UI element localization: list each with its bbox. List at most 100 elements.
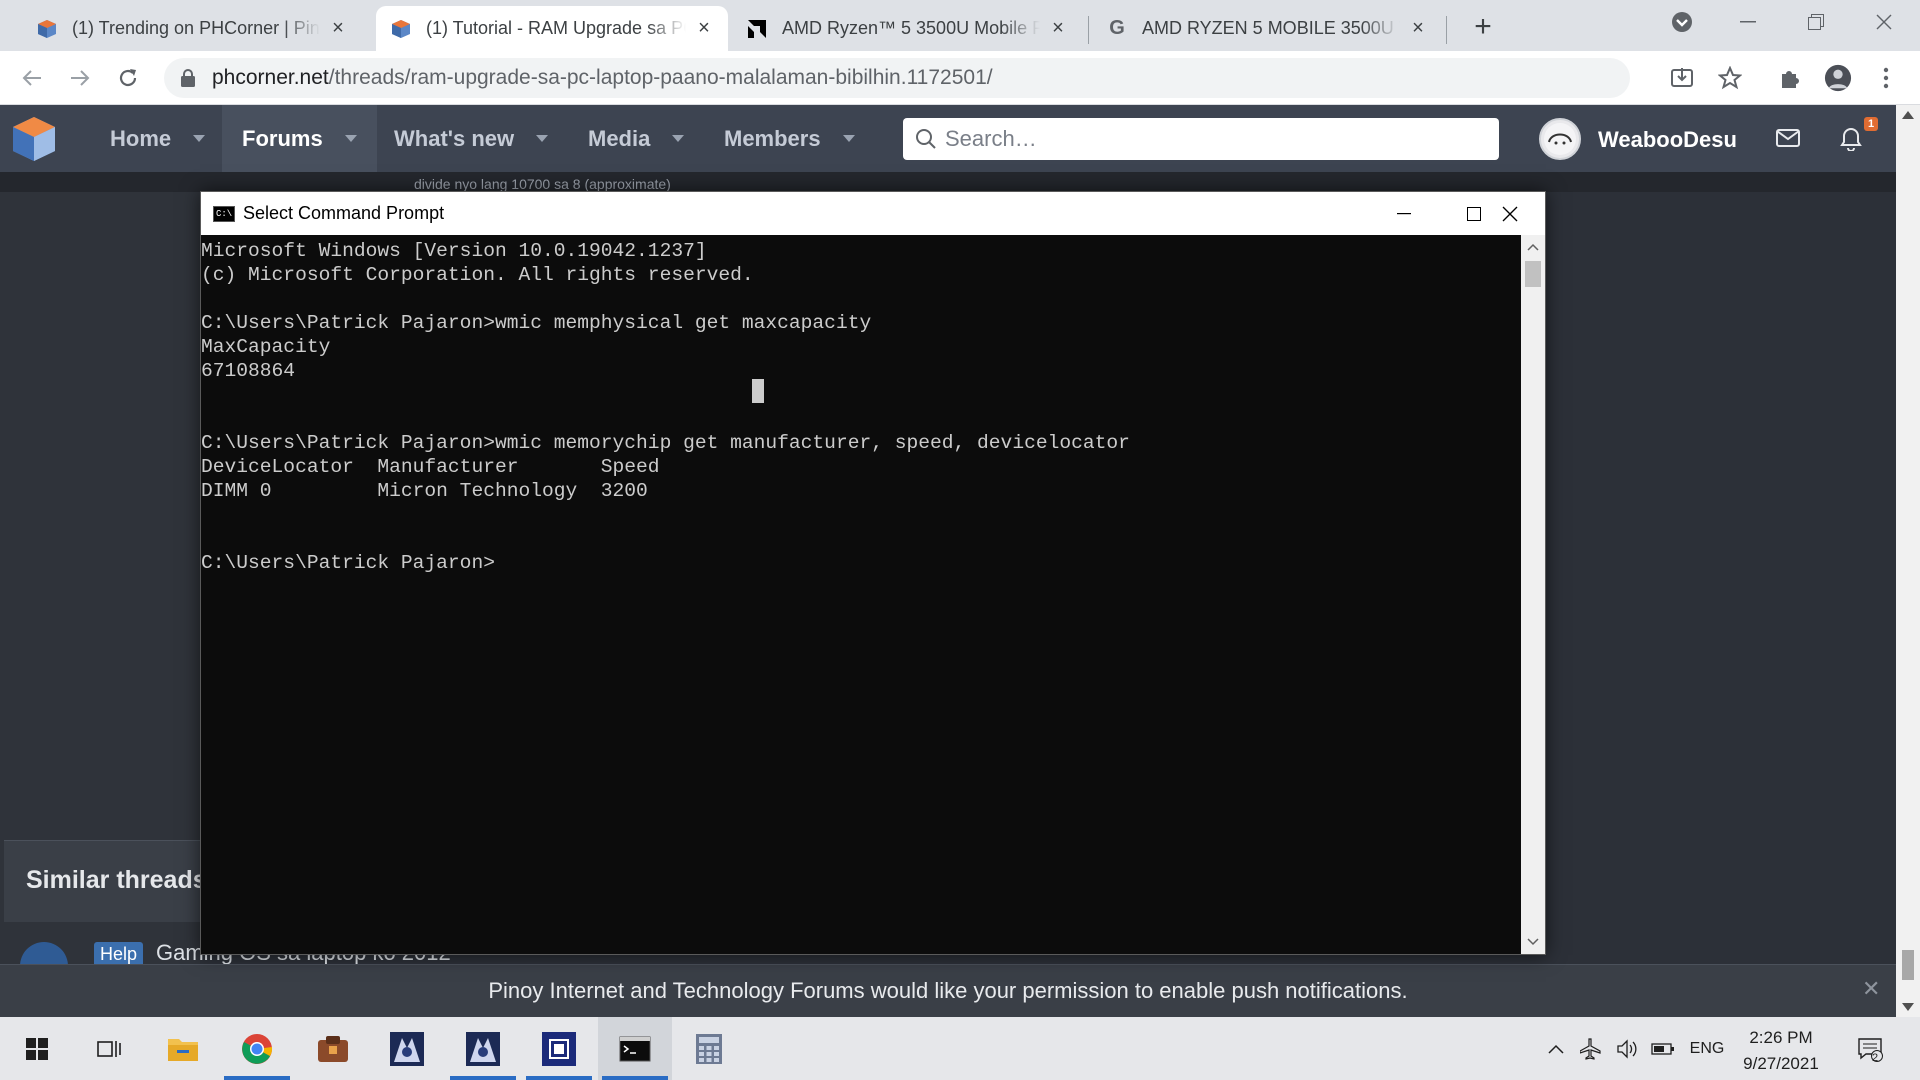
extensions-button[interactable] <box>1776 64 1804 92</box>
chrome-icon <box>242 1033 273 1064</box>
tab-separator <box>1446 16 1447 44</box>
tab-title: AMD Ryzen™ 5 3500U Mobile Pr <box>782 18 1040 38</box>
tab-search-button[interactable] <box>1648 0 1716 44</box>
cmd-close-button[interactable] <box>1475 192 1545 235</box>
clock[interactable]: 2:26 PM 9/27/2021 <box>1736 1025 1826 1077</box>
caret-down-icon[interactable] <box>672 135 685 142</box>
nav-whats-new[interactable]: What's new <box>374 105 568 172</box>
nav-label: Members <box>724 125 821 151</box>
close-icon <box>1502 206 1518 221</box>
address-bar[interactable]: phcorner.net/threads/ram-upgrade-sa-pc-l… <box>164 58 1630 98</box>
taskbar-command-prompt[interactable] <box>598 1017 672 1080</box>
cmd-window-title: Select Command Prompt <box>243 203 445 223</box>
minimize-window-button[interactable] <box>1714 0 1782 44</box>
tab-title: AMD RYZEN 5 MOBILE 3500U VC <box>1142 18 1400 38</box>
browser-toolbar: phcorner.net/threads/ram-upgrade-sa-pc-l… <box>0 51 1920 105</box>
reload-button[interactable] <box>110 60 146 96</box>
cmd-scrollbar[interactable] <box>1521 235 1545 954</box>
anime-app-icon <box>390 1031 424 1066</box>
search-icon <box>916 129 936 149</box>
console-line: DIMM 0 Micron Technology 3200 <box>201 480 648 502</box>
screen: (1) Trending on PHCorner | Pinoy × (1) T… <box>0 0 1920 1080</box>
battery-icon <box>1651 1042 1674 1055</box>
close-window-button[interactable] <box>1850 0 1918 44</box>
bell-icon[interactable] <box>1840 127 1862 151</box>
tab-amd-ryzen[interactable]: AMD Ryzen™ 5 3500U Mobile Pr × <box>732 6 1082 51</box>
battery-button[interactable] <box>1648 1017 1678 1080</box>
url-path: /threads/ram-upgrade-sa-pc-laptop-paano-… <box>328 66 993 89</box>
back-button[interactable] <box>14 60 50 96</box>
chrome-menu-button[interactable] <box>1872 64 1900 92</box>
tab-google-search[interactable]: G AMD RYZEN 5 MOBILE 3500U VC × <box>1092 6 1442 51</box>
new-tab-button[interactable]: + <box>1466 10 1500 44</box>
profile-avatar-icon <box>1824 64 1852 92</box>
phcorner-cube-icon <box>390 18 412 40</box>
close-tab-icon[interactable]: × <box>1408 17 1428 39</box>
cmd-minimize-button[interactable] <box>1369 192 1439 235</box>
command-prompt-window[interactable]: C:\ Select Command Prompt Microsoft Wind… <box>200 191 1546 955</box>
cmd-console-output[interactable]: Microsoft Windows [Version 10.0.19042.12… <box>201 235 1519 954</box>
tab-tutorial[interactable]: (1) Tutorial - RAM Upgrade sa PC × <box>376 6 728 51</box>
taskbar-anime-app-2[interactable] <box>446 1017 520 1080</box>
taskbar-calculator[interactable] <box>672 1017 746 1080</box>
taskbar-chrome[interactable] <box>220 1017 294 1080</box>
forward-button[interactable] <box>62 60 98 96</box>
windows-logo-icon <box>26 1037 48 1060</box>
restore-window-button[interactable] <box>1782 0 1850 44</box>
nav-members[interactable]: Members <box>704 105 875 172</box>
close-tab-icon[interactable]: × <box>694 17 714 39</box>
caret-down-icon[interactable] <box>842 135 855 142</box>
task-view-button[interactable] <box>72 1017 146 1080</box>
chevron-up-icon <box>1548 1044 1564 1054</box>
install-app-button[interactable] <box>1668 64 1696 92</box>
console-line: (c) Microsoft Corporation. All rights re… <box>201 264 754 286</box>
start-button[interactable] <box>0 1017 74 1080</box>
taskbar-app-bag[interactable] <box>296 1017 370 1080</box>
nav-media[interactable]: Media <box>568 105 704 172</box>
browser-tab-strip: (1) Trending on PHCorner | Pinoy × (1) T… <box>0 0 1920 51</box>
language-label: ENG <box>1689 1039 1725 1057</box>
caret-down-icon[interactable] <box>344 135 357 142</box>
folder-icon <box>168 1038 198 1061</box>
close-tab-icon[interactable]: × <box>1048 17 1068 39</box>
nav-label: Home <box>110 125 172 151</box>
user-avatar[interactable] <box>1539 118 1581 160</box>
mail-icon[interactable] <box>1776 129 1800 147</box>
action-center-count: 2 <box>1872 1052 1879 1064</box>
cmd-scrollbar-thumb[interactable] <box>1525 261 1541 287</box>
console-line: Microsoft Windows [Version 10.0.19042.12… <box>201 240 707 262</box>
username[interactable]: WeabooDesu <box>1598 127 1737 153</box>
nav-forums[interactable]: Forums <box>222 105 377 172</box>
tab-trending[interactable]: (1) Trending on PHCorner | Pinoy × <box>22 6 362 51</box>
show-hidden-icons-button[interactable] <box>1540 1017 1572 1080</box>
close-tab-icon[interactable]: × <box>328 17 348 39</box>
phcorner-logo-icon[interactable] <box>10 115 58 163</box>
taskbar-cpu-z[interactable] <box>522 1017 596 1080</box>
caret-down-icon[interactable] <box>536 135 549 142</box>
taskbar-anime-app-1[interactable] <box>370 1017 444 1080</box>
scroll-down-button[interactable] <box>1521 930 1545 954</box>
taskbar-file-explorer[interactable] <box>146 1017 220 1080</box>
profile-button[interactable] <box>1824 64 1852 92</box>
input-language-button[interactable]: ENG <box>1684 1017 1730 1080</box>
clock-date: 9/27/2021 <box>1743 1054 1819 1073</box>
action-center-button[interactable]: 2 <box>1850 1017 1890 1080</box>
post-snippet: divide nyo lang 10700 sa 8 (approximate) <box>414 176 671 192</box>
page-scrollbar-thumb[interactable] <box>1902 950 1914 980</box>
cpu-chip-icon <box>542 1031 576 1066</box>
chevron-down-circle-icon <box>1672 12 1692 32</box>
close-icon <box>1876 14 1892 30</box>
caret-down-icon[interactable] <box>193 135 206 142</box>
volume-button[interactable] <box>1612 1017 1642 1080</box>
nav-home[interactable]: Home <box>90 105 225 172</box>
airplane-mode-button[interactable] <box>1576 1017 1606 1080</box>
forum-search-input[interactable]: Search… <box>903 118 1499 160</box>
google-g-icon: G <box>1109 17 1125 39</box>
dismiss-notification-button[interactable]: ✕ <box>1862 976 1880 1002</box>
cmd-title-bar[interactable]: C:\ Select Command Prompt <box>201 192 1545 235</box>
scroll-up-button[interactable] <box>1521 235 1545 259</box>
page-scrollbar[interactable] <box>1896 105 1920 1017</box>
scroll-down-icon <box>1902 1003 1914 1011</box>
bookmark-button[interactable] <box>1716 64 1744 92</box>
